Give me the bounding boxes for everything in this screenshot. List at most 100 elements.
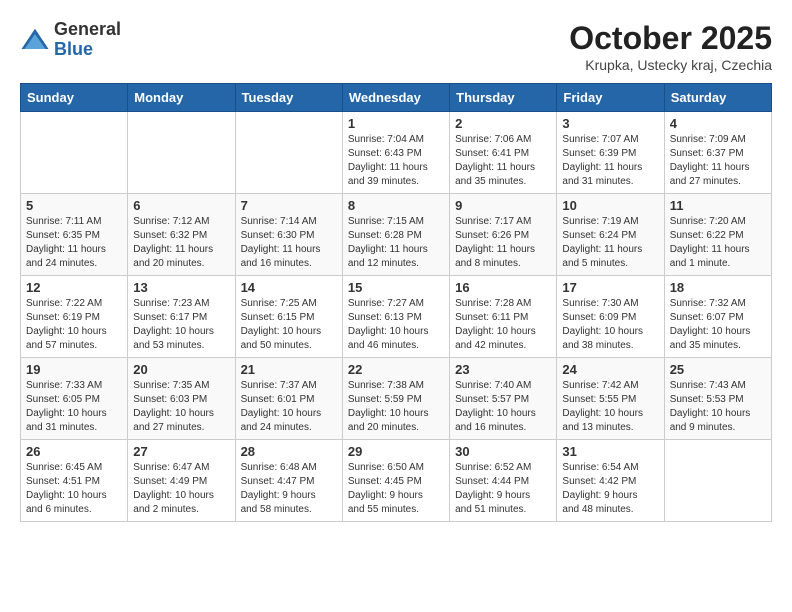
day-content: Sunrise: 7:15 AM Sunset: 6:28 PM Dayligh… <box>348 215 444 271</box>
day-content: Sunrise: 7:04 AM Sunset: 6:43 PM Dayligh… <box>348 133 444 189</box>
day-content: Sunrise: 7:09 AM Sunset: 6:37 PM Dayligh… <box>670 133 766 189</box>
day-content: Sunrise: 6:45 AM Sunset: 4:51 PM Dayligh… <box>26 461 122 517</box>
day-content: Sunrise: 7:11 AM Sunset: 6:35 PM Dayligh… <box>26 215 122 271</box>
day-content: Sunrise: 7:25 AM Sunset: 6:15 PM Dayligh… <box>241 297 337 353</box>
calendar-cell: 26 Sunrise: 6:45 AM Sunset: 4:51 PM Dayli… <box>21 440 128 522</box>
day-number: 11 <box>670 198 766 213</box>
week-row-2: 12 Sunrise: 7:22 AM Sunset: 6:19 PM Dayli… <box>21 276 772 358</box>
calendar-cell: 18Sunrise: 7:32 AM Sunset: 6:07 PM Dayli… <box>664 276 771 358</box>
logo: General Blue <box>20 20 121 60</box>
day-number: 28 <box>241 444 337 459</box>
day-number: 6 <box>133 198 229 213</box>
location: Krupka, Ustecky kraj, Czechia <box>569 57 772 73</box>
weekday-header-wednesday: Wednesday <box>342 84 449 112</box>
day-content: Sunrise: 7:28 AM Sunset: 6:11 PM Dayligh… <box>455 297 551 353</box>
day-content: Sunrise: 7:12 AM Sunset: 6:32 PM Dayligh… <box>133 215 229 271</box>
page-header: General Blue October 2025 Krupka, Usteck… <box>20 20 772 73</box>
calendar-cell: 8 Sunrise: 7:15 AM Sunset: 6:28 PM Daylig… <box>342 194 449 276</box>
day-content: Sunrise: 7:37 AM Sunset: 6:01 PM Dayligh… <box>241 379 337 435</box>
title-block: October 2025 Krupka, Ustecky kraj, Czech… <box>569 20 772 73</box>
day-content: Sunrise: 7:20 AM Sunset: 6:22 PM Dayligh… <box>670 215 766 271</box>
calendar-cell: 31Sunrise: 6:54 AM Sunset: 4:42 PM Dayli… <box>557 440 664 522</box>
logo-text: General Blue <box>54 20 121 60</box>
day-number: 12 <box>26 280 122 295</box>
calendar-table: SundayMondayTuesdayWednesdayThursdayFrid… <box>20 83 772 522</box>
week-row-1: 5 Sunrise: 7:11 AM Sunset: 6:35 PM Daylig… <box>21 194 772 276</box>
day-content: Sunrise: 6:47 AM Sunset: 4:49 PM Dayligh… <box>133 461 229 517</box>
day-number: 14 <box>241 280 337 295</box>
day-number: 15 <box>348 280 444 295</box>
week-row-3: 19 Sunrise: 7:33 AM Sunset: 6:05 PM Dayli… <box>21 358 772 440</box>
day-number: 8 <box>348 198 444 213</box>
day-number: 1 <box>348 116 444 131</box>
day-number: 5 <box>26 198 122 213</box>
day-content: Sunrise: 7:23 AM Sunset: 6:17 PM Dayligh… <box>133 297 229 353</box>
calendar-cell: 27 Sunrise: 6:47 AM Sunset: 4:49 PM Dayli… <box>128 440 235 522</box>
weekday-header-sunday: Sunday <box>21 84 128 112</box>
calendar-cell: 9 Sunrise: 7:17 AM Sunset: 6:26 PM Daylig… <box>450 194 557 276</box>
day-content: Sunrise: 7:30 AM Sunset: 6:09 PM Dayligh… <box>562 297 658 353</box>
calendar-cell: 23 Sunrise: 7:40 AM Sunset: 5:57 PM Dayli… <box>450 358 557 440</box>
day-content: Sunrise: 7:19 AM Sunset: 6:24 PM Dayligh… <box>562 215 658 271</box>
day-content: Sunrise: 7:38 AM Sunset: 5:59 PM Dayligh… <box>348 379 444 435</box>
day-content: Sunrise: 7:07 AM Sunset: 6:39 PM Dayligh… <box>562 133 658 189</box>
day-content: Sunrise: 7:40 AM Sunset: 5:57 PM Dayligh… <box>455 379 551 435</box>
month-title: October 2025 <box>569 20 772 57</box>
calendar-cell: 12 Sunrise: 7:22 AM Sunset: 6:19 PM Dayli… <box>21 276 128 358</box>
calendar-cell <box>235 112 342 194</box>
day-content: Sunrise: 7:43 AM Sunset: 5:53 PM Dayligh… <box>670 379 766 435</box>
day-number: 31 <box>562 444 658 459</box>
day-content: Sunrise: 7:33 AM Sunset: 6:05 PM Dayligh… <box>26 379 122 435</box>
day-number: 26 <box>26 444 122 459</box>
week-row-4: 26 Sunrise: 6:45 AM Sunset: 4:51 PM Dayli… <box>21 440 772 522</box>
calendar-cell: 3 Sunrise: 7:07 AM Sunset: 6:39 PM Daylig… <box>557 112 664 194</box>
logo-blue: Blue <box>54 40 121 60</box>
calendar-cell: 21 Sunrise: 7:37 AM Sunset: 6:01 PM Dayli… <box>235 358 342 440</box>
day-number: 21 <box>241 362 337 377</box>
day-content: Sunrise: 7:22 AM Sunset: 6:19 PM Dayligh… <box>26 297 122 353</box>
calendar-cell: 11 Sunrise: 7:20 AM Sunset: 6:22 PM Dayli… <box>664 194 771 276</box>
day-number: 7 <box>241 198 337 213</box>
calendar-cell: 22Sunrise: 7:38 AM Sunset: 5:59 PM Dayli… <box>342 358 449 440</box>
day-number: 3 <box>562 116 658 131</box>
day-number: 23 <box>455 362 551 377</box>
calendar-cell: 30Sunrise: 6:52 AM Sunset: 4:44 PM Dayli… <box>450 440 557 522</box>
day-content: Sunrise: 6:52 AM Sunset: 4:44 PM Dayligh… <box>455 461 551 517</box>
day-number: 2 <box>455 116 551 131</box>
calendar-cell: 5 Sunrise: 7:11 AM Sunset: 6:35 PM Daylig… <box>21 194 128 276</box>
calendar-cell: 4Sunrise: 7:09 AM Sunset: 6:37 PM Daylig… <box>664 112 771 194</box>
calendar-cell: 14 Sunrise: 7:25 AM Sunset: 6:15 PM Dayli… <box>235 276 342 358</box>
calendar-cell <box>664 440 771 522</box>
weekday-header-tuesday: Tuesday <box>235 84 342 112</box>
day-number: 24 <box>562 362 658 377</box>
calendar-cell: 7Sunrise: 7:14 AM Sunset: 6:30 PM Daylig… <box>235 194 342 276</box>
day-number: 25 <box>670 362 766 377</box>
calendar-cell: 10Sunrise: 7:19 AM Sunset: 6:24 PM Dayli… <box>557 194 664 276</box>
day-number: 19 <box>26 362 122 377</box>
day-content: Sunrise: 6:50 AM Sunset: 4:45 PM Dayligh… <box>348 461 444 517</box>
day-number: 9 <box>455 198 551 213</box>
weekday-header-friday: Friday <box>557 84 664 112</box>
calendar-cell: 24Sunrise: 7:42 AM Sunset: 5:55 PM Dayli… <box>557 358 664 440</box>
week-row-0: 1 Sunrise: 7:04 AM Sunset: 6:43 PM Daylig… <box>21 112 772 194</box>
weekday-header-row: SundayMondayTuesdayWednesdayThursdayFrid… <box>21 84 772 112</box>
logo-icon <box>20 25 50 55</box>
calendar-cell <box>128 112 235 194</box>
weekday-header-thursday: Thursday <box>450 84 557 112</box>
calendar-cell <box>21 112 128 194</box>
day-number: 18 <box>670 280 766 295</box>
calendar-cell: 29Sunrise: 6:50 AM Sunset: 4:45 PM Dayli… <box>342 440 449 522</box>
day-content: Sunrise: 7:06 AM Sunset: 6:41 PM Dayligh… <box>455 133 551 189</box>
calendar-cell: 17 Sunrise: 7:30 AM Sunset: 6:09 PM Dayli… <box>557 276 664 358</box>
calendar-cell: 20Sunrise: 7:35 AM Sunset: 6:03 PM Dayli… <box>128 358 235 440</box>
calendar-cell: 6 Sunrise: 7:12 AM Sunset: 6:32 PM Daylig… <box>128 194 235 276</box>
day-number: 27 <box>133 444 229 459</box>
calendar-cell: 13Sunrise: 7:23 AM Sunset: 6:17 PM Dayli… <box>128 276 235 358</box>
day-number: 20 <box>133 362 229 377</box>
weekday-header-saturday: Saturday <box>664 84 771 112</box>
weekday-header-monday: Monday <box>128 84 235 112</box>
day-number: 17 <box>562 280 658 295</box>
day-number: 16 <box>455 280 551 295</box>
calendar-cell: 1 Sunrise: 7:04 AM Sunset: 6:43 PM Daylig… <box>342 112 449 194</box>
day-content: Sunrise: 7:17 AM Sunset: 6:26 PM Dayligh… <box>455 215 551 271</box>
